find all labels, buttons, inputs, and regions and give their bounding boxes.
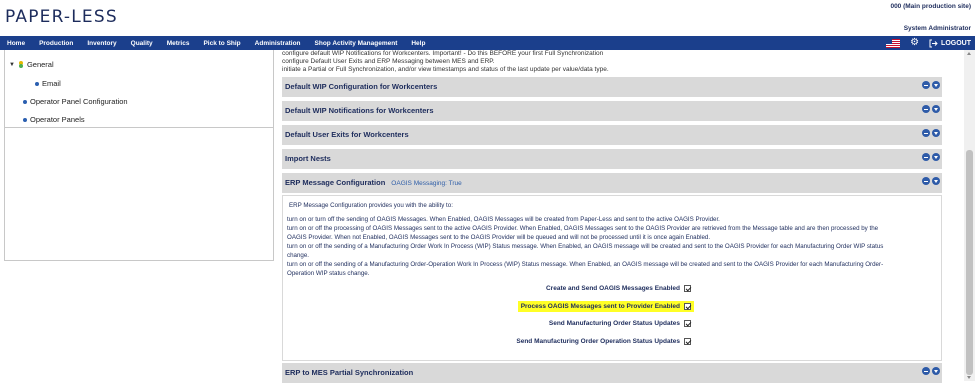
intro-line: configure default WIP Notifications for …	[282, 50, 604, 57]
settings-tree: ▼ General Email Operator Panel Configura…	[4, 50, 274, 128]
section-default-user-exits[interactable]: Default User Exits for Workcenters	[282, 125, 942, 145]
app-logo[interactable]: PAPER-LESS	[5, 7, 118, 27]
panel-line: Operation WIP status change.	[287, 270, 370, 277]
section-erp-to-mes-partial-sync[interactable]: ERP to MES Partial Synchronization	[282, 363, 942, 383]
tree-item-email[interactable]: Email	[35, 79, 61, 88]
tree-item-operator-panels[interactable]: Operator Panels	[23, 115, 85, 124]
collapse-icon[interactable]	[922, 153, 930, 161]
intro-line: initiate a Partial or Full Synchronizati…	[282, 66, 609, 73]
section-default-wip-notifications[interactable]: Default WIP Notifications for Workcenter…	[282, 101, 942, 121]
section-title-text: ERP Message Configuration	[285, 178, 386, 187]
collapse-icon[interactable]	[922, 367, 930, 375]
user-name: System Administrator	[903, 25, 971, 32]
erp-message-panel: ERP Message Configuration provides you w…	[282, 195, 942, 361]
nav-home[interactable]: Home	[0, 40, 32, 47]
main-content: configure default WIP Notifications for …	[280, 50, 975, 383]
logout-label: LOGOUT	[941, 39, 971, 47]
expand-icon[interactable]	[932, 129, 940, 137]
tree-label-operator-panels: Operator Panels	[30, 115, 85, 124]
section-title: Default User Exits for Workcenters	[285, 130, 409, 139]
scroll-up-icon[interactable]	[967, 52, 971, 55]
check-send-mo-status[interactable]: Send Manufacturing Order Status Updates	[549, 320, 691, 327]
check-label: Process OAGIS Messages sent to Provider …	[520, 303, 680, 310]
nav-help[interactable]: Help	[404, 40, 432, 47]
nav-inventory[interactable]: Inventory	[80, 40, 123, 47]
check-process-oagis[interactable]: Process OAGIS Messages sent to Provider …	[517, 301, 694, 312]
logout-button[interactable]: LOGOUT	[929, 39, 971, 48]
checkbox[interactable]	[684, 338, 691, 345]
panel-line: turn on or turn off the sending of OAGIS…	[287, 216, 720, 223]
tree-label-operator-panel-configuration: Operator Panel Configuration	[30, 97, 128, 106]
section-title: Default WIP Notifications for Workcenter…	[285, 106, 434, 115]
section-title: ERP to MES Partial Synchronization	[285, 368, 414, 377]
bullet-icon	[23, 117, 27, 122]
check-send-mo-operation-status[interactable]: Send Manufacturing Order Operation Statu…	[516, 338, 691, 345]
expand-icon[interactable]	[932, 153, 940, 161]
us-flag-icon[interactable]	[886, 38, 901, 48]
check-label: Send Manufacturing Order Operation Statu…	[516, 338, 680, 345]
checkbox[interactable]	[684, 285, 691, 292]
panel-line: turn on or off the processing of OAGIS M…	[287, 225, 879, 232]
panel-line: turn on or off the sending of a Manufact…	[287, 261, 884, 268]
tree-item-general[interactable]: ▼ General	[9, 60, 54, 69]
nav-metrics[interactable]: Metrics	[160, 40, 197, 47]
top-header: PAPER-LESS 000 (Main production site) Sy…	[0, 0, 975, 36]
tree-label-general: General	[26, 60, 54, 69]
collapse-icon[interactable]	[922, 105, 930, 113]
section-title: Default WIP Configuration for Workcenter…	[285, 82, 438, 91]
panel-lead: ERP Message Configuration provides you w…	[289, 202, 453, 209]
check-label: Send Manufacturing Order Status Updates	[548, 320, 680, 327]
bullet-icon	[35, 81, 39, 86]
expand-icon[interactable]	[932, 367, 940, 375]
checkbox[interactable]	[684, 320, 691, 327]
expand-triangle-icon[interactable]: ▼	[9, 62, 15, 68]
check-create-send-oagis[interactable]: Create and Send OAGIS Messages Enabled	[546, 285, 691, 292]
scrollbar-thumb[interactable]	[966, 150, 973, 375]
checkbox[interactable]	[684, 303, 691, 310]
check-label: Create and Send OAGIS Messages Enabled	[545, 285, 680, 292]
nav-shop-activity-management[interactable]: Shop Activity Management	[308, 40, 405, 47]
bullet-icon	[23, 99, 27, 104]
scroll-down-icon[interactable]	[967, 376, 971, 379]
vertical-scrollbar[interactable]	[964, 50, 975, 381]
section-title: ERP Message Configuration OAGIS Messaging…	[285, 178, 462, 187]
section-erp-message-configuration[interactable]: ERP Message Configuration OAGIS Messaging…	[282, 173, 942, 193]
nav-pick-to-ship[interactable]: Pick to Ship	[196, 40, 247, 47]
nav-production[interactable]: Production	[32, 40, 80, 47]
gear-icon[interactable]: ⚙	[910, 38, 919, 48]
oagis-status: OAGIS Messaging: True	[391, 180, 462, 187]
nav-quality[interactable]: Quality	[124, 40, 160, 47]
expand-icon[interactable]	[932, 177, 940, 185]
tree-item-operator-panel-configuration[interactable]: Operator Panel Configuration	[23, 97, 128, 106]
tree-label-email: Email	[42, 79, 61, 88]
section-title: Import Nests	[285, 154, 331, 163]
section-import-nests[interactable]: Import Nests	[282, 149, 942, 169]
site-label: 000 (Main production site)	[890, 3, 971, 10]
panel-line: OAGIS Provider. When not Enabled, OAGIS …	[287, 234, 711, 241]
intro-line: configure Default User Exits and ERP Mes…	[282, 58, 495, 65]
expand-icon[interactable]	[932, 81, 940, 89]
panel-line: change.	[287, 252, 310, 259]
collapse-icon[interactable]	[922, 177, 930, 185]
main-nav: Home Production Inventory Quality Metric…	[0, 36, 975, 50]
intro-text: configure default WIP Notifications for …	[282, 50, 609, 74]
nav-administration[interactable]: Administration	[248, 40, 308, 47]
section-default-wip-configuration[interactable]: Default WIP Configuration for Workcenter…	[282, 77, 942, 97]
panel-line: turn on or off the sending of a Manufact…	[287, 243, 884, 250]
collapse-icon[interactable]	[922, 129, 930, 137]
logout-icon	[929, 39, 938, 47]
expand-icon[interactable]	[932, 105, 940, 113]
folder-icon	[18, 61, 23, 68]
collapse-icon[interactable]	[922, 81, 930, 89]
